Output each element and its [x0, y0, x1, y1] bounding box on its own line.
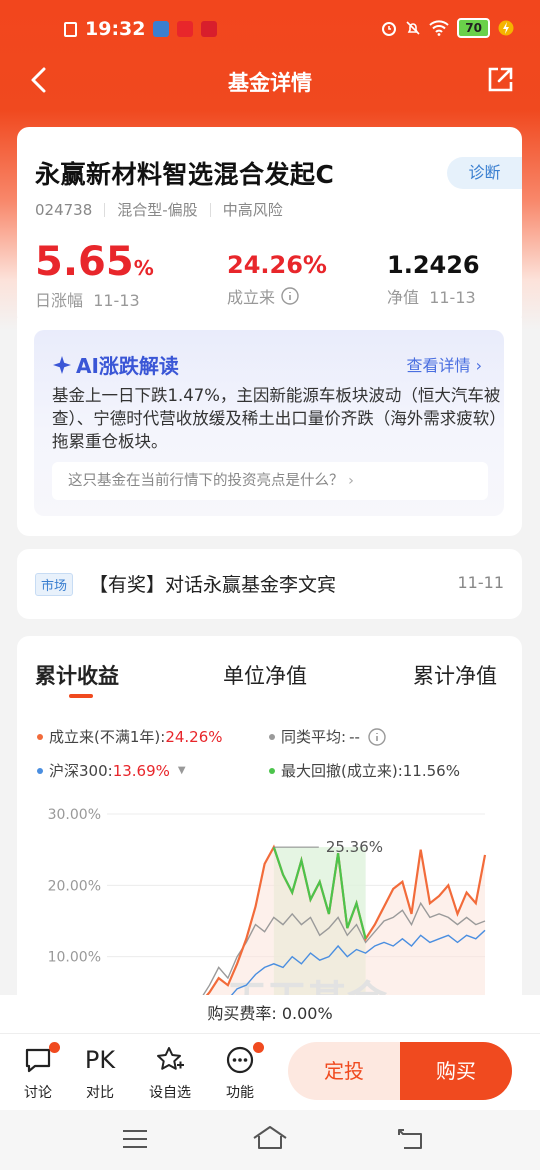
y-tick-label: 30.00% — [48, 807, 101, 823]
peak-label: 25.36% — [326, 838, 383, 856]
legend-fund: 成立来(不满1年): 24.26% — [37, 726, 223, 747]
app-notification-icon — [201, 21, 218, 37]
bottom-action-bar: 讨论 PK 对比 设自选 功能 定投 购买 — [0, 1033, 540, 1110]
legend-peer-average: 同类平均: -- — [269, 726, 386, 747]
page-title: 基金详情 — [228, 71, 312, 95]
tab-cumulative-return[interactable]: 累计收益 — [35, 660, 119, 690]
chevron-right-icon: › — [475, 356, 482, 375]
y-tick-label: 10.00% — [48, 950, 101, 966]
functions-button[interactable]: 功能 — [212, 1042, 268, 1102]
y-tick-label: 20.00% — [48, 878, 101, 894]
fund-type: 混合型-偏股 — [117, 201, 198, 219]
info-icon[interactable] — [368, 727, 386, 746]
status-time: 19:32 — [85, 18, 146, 40]
news-tag: 市场 — [35, 573, 74, 596]
battery-indicator: 70 — [457, 18, 490, 38]
system-nav-bar — [0, 1110, 540, 1170]
fund-name: 永赢新材料智选混合发起C — [35, 160, 335, 189]
app-notification-icon — [153, 21, 170, 37]
app-notification-icon — [177, 21, 194, 37]
screen-record-icon — [64, 21, 77, 37]
status-bar: 19:32 70 — [0, 0, 540, 60]
fund-tags: 024738 混合型-偏股 中高风险 — [35, 199, 283, 220]
legend-index[interactable]: 沪深300: 13.69% ▼ — [37, 760, 186, 781]
home-icon[interactable] — [252, 1124, 288, 1152]
star-plus-icon — [157, 1047, 184, 1070]
since-inception-value: 24.26% — [227, 251, 327, 279]
ai-question-chip[interactable]: 这只基金在当前行情下的投资亮点是什么？ › — [52, 462, 488, 500]
wifi-icon — [429, 20, 449, 36]
fund-code: 024738 — [35, 200, 93, 219]
pk-icon: PK — [84, 1046, 116, 1074]
fund-summary-card: 永赢新材料智选混合发起C 诊断 024738 混合型-偏股 中高风险 5.65%… — [17, 127, 522, 327]
nav-value: 1.2426 — [387, 251, 480, 279]
fund-risk: 中高风险 — [222, 201, 283, 219]
alarm-icon — [382, 22, 397, 36]
chevron-right-icon: › — [348, 473, 354, 489]
dropdown-icon: ▼ — [177, 765, 186, 776]
news-item[interactable]: 市场 【有奖】对话永赢基金李文宾 11-11 — [17, 549, 522, 619]
mute-icon — [406, 21, 420, 35]
discuss-button[interactable]: 讨论 — [10, 1042, 66, 1102]
daily-change-metric: 5.65% 日涨幅 11-13 — [35, 239, 154, 310]
nav-metric: 1.2426 净值 11-13 — [387, 251, 480, 307]
recent-apps-icon[interactable] — [120, 1127, 150, 1151]
compare-button[interactable]: PK 对比 — [72, 1044, 128, 1102]
notification-dot — [49, 1042, 60, 1053]
back-nav-icon[interactable] — [396, 1126, 426, 1152]
notification-dot — [253, 1042, 264, 1053]
legend-max-drawdown: 最大回撤(成立来): 11.56% — [269, 760, 460, 781]
add-watchlist-button[interactable]: 设自选 — [142, 1044, 198, 1102]
since-inception-metric: 24.26% 成立来 — [227, 251, 327, 307]
more-icon — [226, 1046, 254, 1074]
ai-view-details-link[interactable]: 查看详情 › — [406, 352, 482, 376]
news-title: 【有奖】对话永赢基金李文宾 — [89, 574, 337, 596]
sparkle-icon — [53, 355, 71, 374]
charging-icon — [498, 20, 514, 36]
sip-button[interactable]: 定投 — [288, 1042, 400, 1100]
tab-unit-nav[interactable]: 单位净值 — [223, 660, 307, 690]
buy-button[interactable]: 购买 — [400, 1042, 512, 1100]
ai-analysis-card: AI涨跌解读 查看详情 › 基金上一日下跌1.47%，主因新能源车板块波动（恒大… — [17, 318, 522, 536]
chat-icon — [25, 1048, 51, 1073]
ai-body-text: 基金上一日下跌1.47%，主因新能源车板块波动（恒大汽车被查）、宁德时代营收放缓… — [52, 386, 501, 451]
purchase-fee: 购买费率: 0.00% — [0, 995, 540, 1033]
performance-chart-card: 累计收益 单位净值 累计净值 成立来(不满1年): 24.26% 同类平均: -- … — [17, 636, 522, 1036]
share-icon[interactable] — [486, 66, 514, 94]
active-tab-indicator — [69, 694, 93, 698]
info-icon[interactable] — [281, 287, 299, 305]
daily-change-value: 5.65 — [35, 239, 134, 285]
nav-bar: 基金详情 — [0, 55, 540, 105]
ai-title: AI涨跌解读 — [52, 350, 179, 379]
tab-cumulative-nav[interactable]: 累计净值 — [413, 660, 497, 690]
diagnose-button[interactable]: 诊断 — [447, 157, 522, 189]
news-date: 11-11 — [457, 573, 505, 592]
